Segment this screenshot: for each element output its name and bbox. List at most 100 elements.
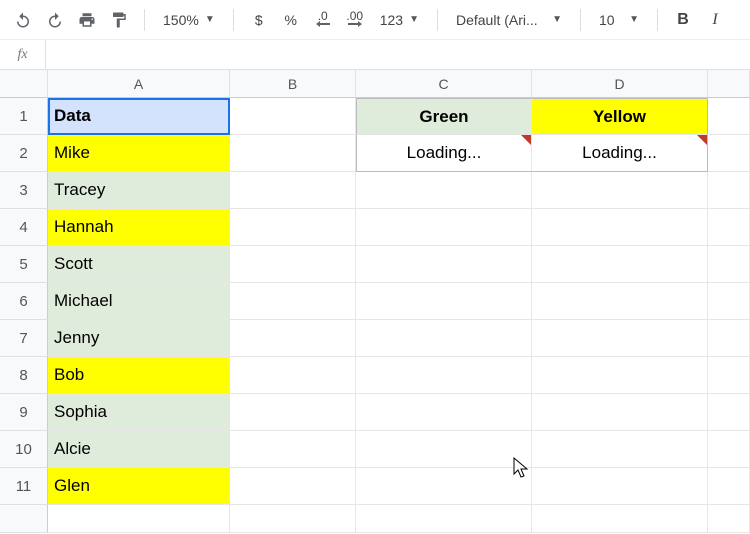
increase-decimal-button[interactable]: .00 bbox=[342, 7, 368, 33]
column-header-B[interactable]: B bbox=[230, 70, 356, 98]
cell-A6[interactable]: Michael bbox=[48, 283, 230, 320]
cell-A7[interactable]: Jenny bbox=[48, 320, 230, 357]
cell-D11[interactable] bbox=[532, 468, 708, 505]
column-headers: A B C D bbox=[0, 70, 750, 98]
cell-D12[interactable] bbox=[532, 505, 708, 533]
row-header[interactable]: 2 bbox=[0, 135, 48, 172]
column-header-C[interactable]: C bbox=[356, 70, 532, 98]
currency-button[interactable]: $ bbox=[246, 7, 272, 33]
column-header-extra[interactable] bbox=[708, 70, 750, 98]
select-all-corner[interactable] bbox=[0, 70, 48, 98]
cell-D3[interactable] bbox=[532, 172, 708, 209]
cell-B1[interactable] bbox=[230, 98, 356, 135]
cell-E11[interactable] bbox=[708, 468, 750, 505]
cell-C12[interactable] bbox=[356, 505, 532, 533]
column-header-A[interactable]: A bbox=[48, 70, 230, 98]
cell-D6[interactable] bbox=[532, 283, 708, 320]
cell-A4[interactable]: Hannah bbox=[48, 209, 230, 246]
cell-E5[interactable] bbox=[708, 246, 750, 283]
cell-D7[interactable] bbox=[532, 320, 708, 357]
row-header[interactable]: 7 bbox=[0, 320, 48, 357]
format-123-label: 123 bbox=[380, 12, 403, 28]
cell-E2[interactable] bbox=[708, 135, 750, 172]
chevron-down-icon: ▼ bbox=[409, 14, 419, 25]
cell-E8[interactable] bbox=[708, 357, 750, 394]
cell-E4[interactable] bbox=[708, 209, 750, 246]
separator bbox=[144, 9, 145, 31]
formula-input[interactable] bbox=[46, 40, 750, 69]
font-size-dropdown[interactable]: 10 ▼ bbox=[593, 7, 645, 33]
undo-icon[interactable] bbox=[10, 7, 36, 33]
cell-C11[interactable] bbox=[356, 468, 532, 505]
cell-A11[interactable]: Glen bbox=[48, 468, 230, 505]
cell-B6[interactable] bbox=[230, 283, 356, 320]
cell-D9[interactable] bbox=[532, 394, 708, 431]
cell-C9[interactable] bbox=[356, 394, 532, 431]
percent-button[interactable]: % bbox=[278, 7, 304, 33]
cell-C1[interactable]: Green bbox=[356, 98, 532, 135]
cell-D5[interactable] bbox=[532, 246, 708, 283]
row-4: 4 Hannah bbox=[0, 209, 750, 246]
cell-B12[interactable] bbox=[230, 505, 356, 533]
cell-A5[interactable]: Scott bbox=[48, 246, 230, 283]
row-header[interactable] bbox=[0, 505, 48, 533]
cell-E12[interactable] bbox=[708, 505, 750, 533]
bold-button[interactable]: B bbox=[670, 7, 696, 33]
font-dropdown[interactable]: Default (Ari... ▼ bbox=[450, 7, 568, 33]
redo-icon[interactable] bbox=[42, 7, 68, 33]
cell-B8[interactable] bbox=[230, 357, 356, 394]
zoom-dropdown[interactable]: 150% ▼ bbox=[157, 7, 221, 33]
cell-B7[interactable] bbox=[230, 320, 356, 357]
row-header[interactable]: 6 bbox=[0, 283, 48, 320]
decrease-decimal-button[interactable]: .0 bbox=[310, 7, 336, 33]
cell-C3[interactable] bbox=[356, 172, 532, 209]
row-header[interactable]: 8 bbox=[0, 357, 48, 394]
cell-D2[interactable]: Loading... bbox=[532, 135, 708, 172]
row-header[interactable]: 10 bbox=[0, 431, 48, 468]
cell-C8[interactable] bbox=[356, 357, 532, 394]
cell-E1[interactable] bbox=[708, 98, 750, 135]
cell-B2[interactable] bbox=[230, 135, 356, 172]
cell-B9[interactable] bbox=[230, 394, 356, 431]
separator bbox=[657, 9, 658, 31]
cell-A12[interactable] bbox=[48, 505, 230, 533]
print-icon[interactable] bbox=[74, 7, 100, 33]
row-header[interactable]: 3 bbox=[0, 172, 48, 209]
cell-A8[interactable]: Bob bbox=[48, 357, 230, 394]
cell-C2[interactable]: Loading... bbox=[356, 135, 532, 172]
cell-B3[interactable] bbox=[230, 172, 356, 209]
cell-B10[interactable] bbox=[230, 431, 356, 468]
cell-C10[interactable] bbox=[356, 431, 532, 468]
column-header-D[interactable]: D bbox=[532, 70, 708, 98]
cell-E9[interactable] bbox=[708, 394, 750, 431]
cell-A2[interactable]: Mike bbox=[48, 135, 230, 172]
cell-B11[interactable] bbox=[230, 468, 356, 505]
cell-E6[interactable] bbox=[708, 283, 750, 320]
cell-D8[interactable] bbox=[532, 357, 708, 394]
cell-D10[interactable] bbox=[532, 431, 708, 468]
more-formats-dropdown[interactable]: 123 ▼ bbox=[374, 7, 425, 33]
cell-C6[interactable] bbox=[356, 283, 532, 320]
cell-E7[interactable] bbox=[708, 320, 750, 357]
paint-format-icon[interactable] bbox=[106, 7, 132, 33]
cell-A1[interactable]: Data bbox=[48, 98, 230, 135]
cell-C7[interactable] bbox=[356, 320, 532, 357]
cell-C4[interactable] bbox=[356, 209, 532, 246]
cell-E3[interactable] bbox=[708, 172, 750, 209]
cell-B4[interactable] bbox=[230, 209, 356, 246]
row-header[interactable]: 5 bbox=[0, 246, 48, 283]
cell-D4[interactable] bbox=[532, 209, 708, 246]
cell-A3[interactable]: Tracey bbox=[48, 172, 230, 209]
cell-E10[interactable] bbox=[708, 431, 750, 468]
row-2: 2 Mike Loading... Loading... bbox=[0, 135, 750, 172]
cell-A10[interactable]: Alcie bbox=[48, 431, 230, 468]
row-header[interactable]: 1 bbox=[0, 98, 48, 135]
cell-C5[interactable] bbox=[356, 246, 532, 283]
row-header[interactable]: 11 bbox=[0, 468, 48, 505]
italic-button[interactable]: I bbox=[702, 7, 728, 33]
row-header[interactable]: 4 bbox=[0, 209, 48, 246]
cell-B5[interactable] bbox=[230, 246, 356, 283]
cell-D1[interactable]: Yellow bbox=[532, 98, 708, 135]
cell-A9[interactable]: Sophia bbox=[48, 394, 230, 431]
row-header[interactable]: 9 bbox=[0, 394, 48, 431]
